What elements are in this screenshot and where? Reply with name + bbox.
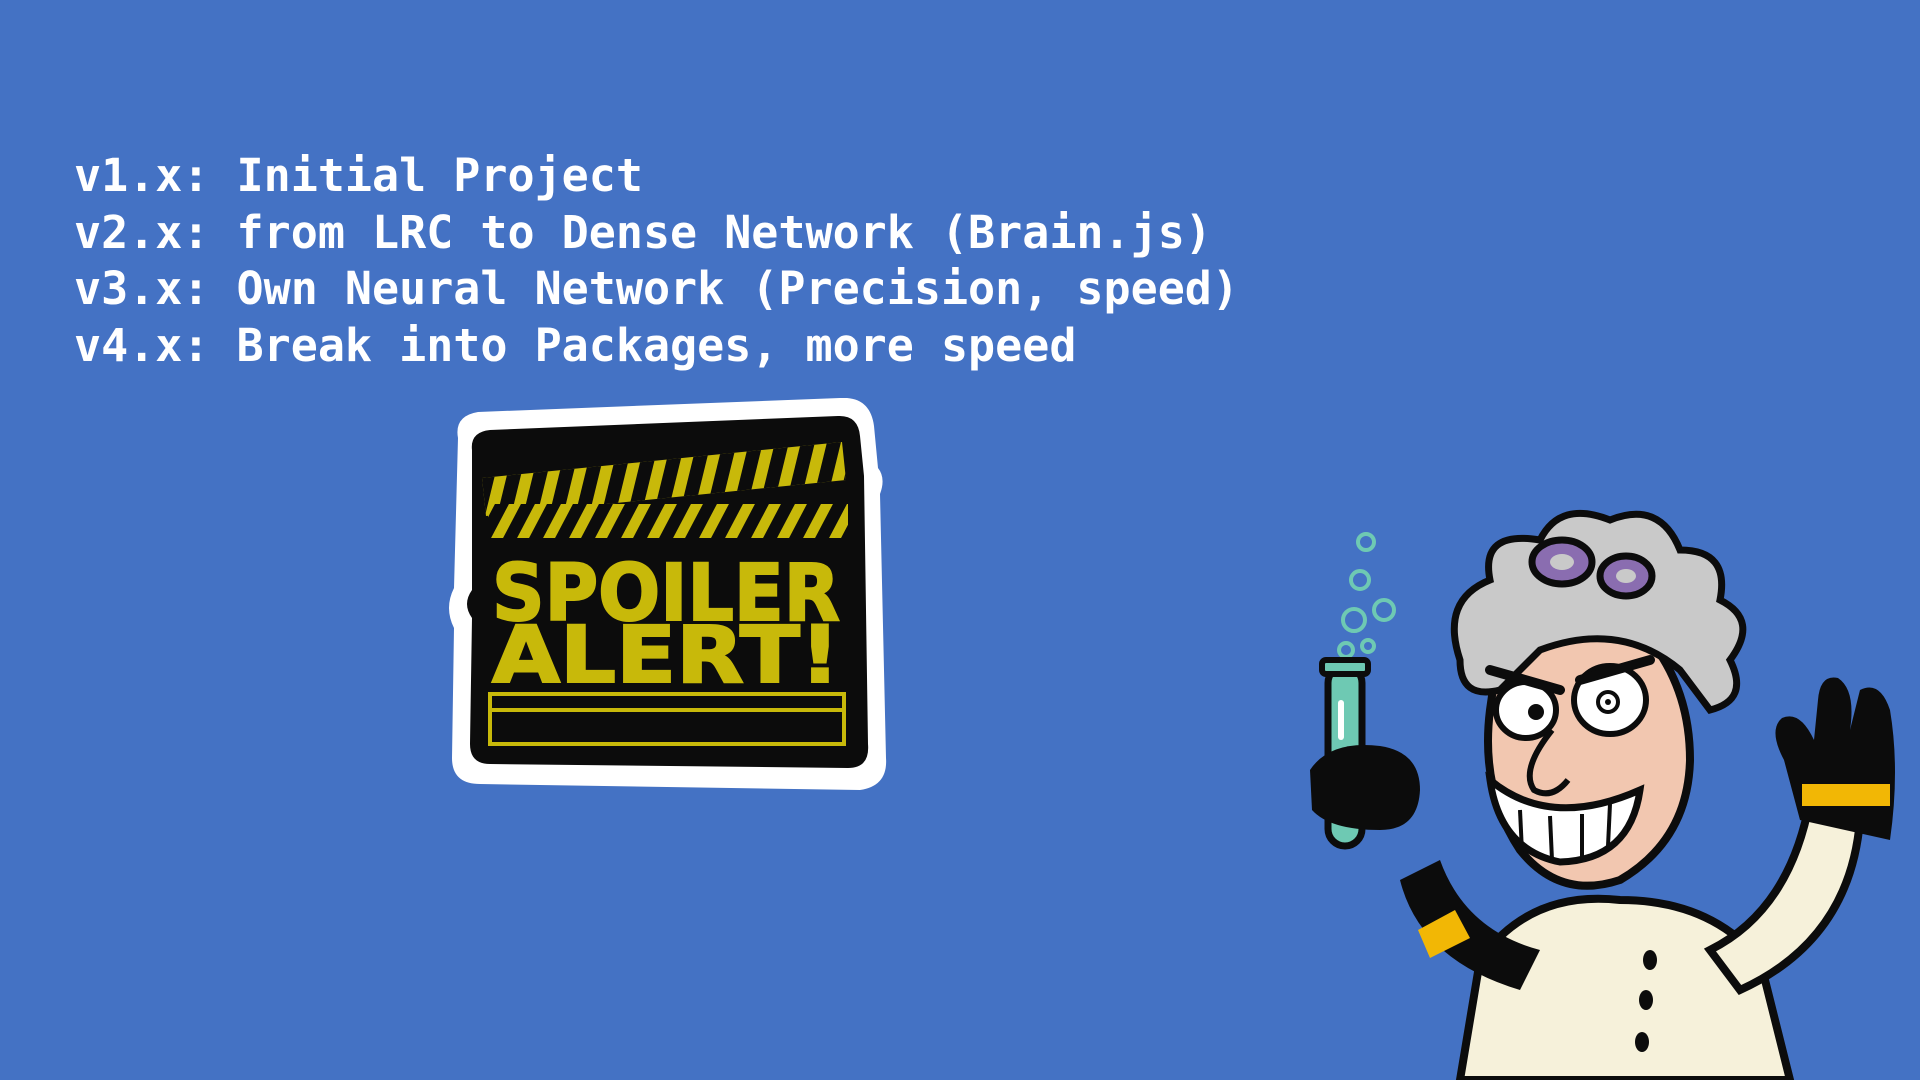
- version-item: v4.x: Break into Packages, more speed: [74, 318, 1077, 372]
- mad-scientist-icon: [1310, 509, 1895, 1080]
- left-hand: [1310, 745, 1420, 830]
- right-arm: [1703, 794, 1865, 995]
- glove-icon: [1775, 677, 1895, 840]
- version-item: v1.x: Initial Project: [74, 149, 643, 202]
- spoiler-alert-sticker: SPOILER ALERT!: [449, 398, 887, 790]
- slide: v1.x: Initial Project v2.x: from LRC to …: [0, 0, 1920, 1080]
- version-item: v2.x: from LRC to Dense Network (Brain.j…: [74, 205, 1212, 259]
- bubble-icon: [1337, 532, 1396, 659]
- sticker-line2: ALERT!: [492, 611, 840, 701]
- version-list: v1.x: Initial Project v2.x: from LRC to …: [74, 148, 1239, 374]
- clapper-bottom: [488, 504, 848, 538]
- version-item: v3.x: Own Neural Network (Precision, spe…: [74, 262, 1239, 315]
